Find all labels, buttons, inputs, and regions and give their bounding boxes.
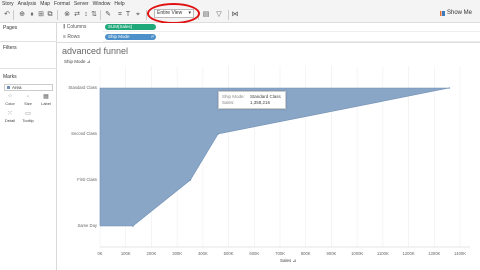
data-point-first-class[interactable]: [189, 179, 192, 181]
data-point-same-day[interactable]: [132, 225, 134, 227]
x-tick-label: 400K: [197, 251, 208, 256]
x-tick-label: 1300K: [428, 251, 441, 256]
x-axis-title[interactable]: Sales ⊿: [280, 258, 296, 264]
category-label[interactable]: First Class: [57, 177, 97, 182]
x-tick-label: 300K: [172, 251, 183, 256]
x-tick-label: 1100K: [376, 251, 389, 256]
x-tick-label: 700K: [275, 251, 285, 256]
data-point-second-class[interactable]: [217, 133, 219, 135]
x-tick-label: 100K: [120, 251, 131, 256]
tooltip-sales-key: Sales:: [222, 100, 235, 105]
x-tick-label: 1200K: [402, 251, 415, 256]
x-tick-label: 600K: [249, 251, 260, 256]
tooltip: Ship Mode: Standard Class Sales: 1,358,216: [218, 91, 286, 109]
category-label[interactable]: Second Class: [57, 131, 97, 136]
x-tick-label: 500K: [223, 251, 234, 256]
x-tick-label: 1000K: [351, 251, 364, 256]
x-tick-label: 0K: [97, 251, 103, 256]
category-label[interactable]: Same Day: [57, 223, 97, 228]
x-tick-label: 200K: [146, 251, 157, 256]
x-axis-title-text: Sales: [280, 258, 292, 263]
x-tick-label: 900K: [326, 251, 337, 256]
data-point-standard-class[interactable]: [448, 87, 451, 89]
x-tick-label: 1400K: [453, 251, 467, 256]
category-label[interactable]: Standard Class: [57, 85, 97, 90]
tooltip-sales-value: 1,358,216: [250, 100, 271, 105]
x-tick-label: 800K: [300, 251, 311, 256]
